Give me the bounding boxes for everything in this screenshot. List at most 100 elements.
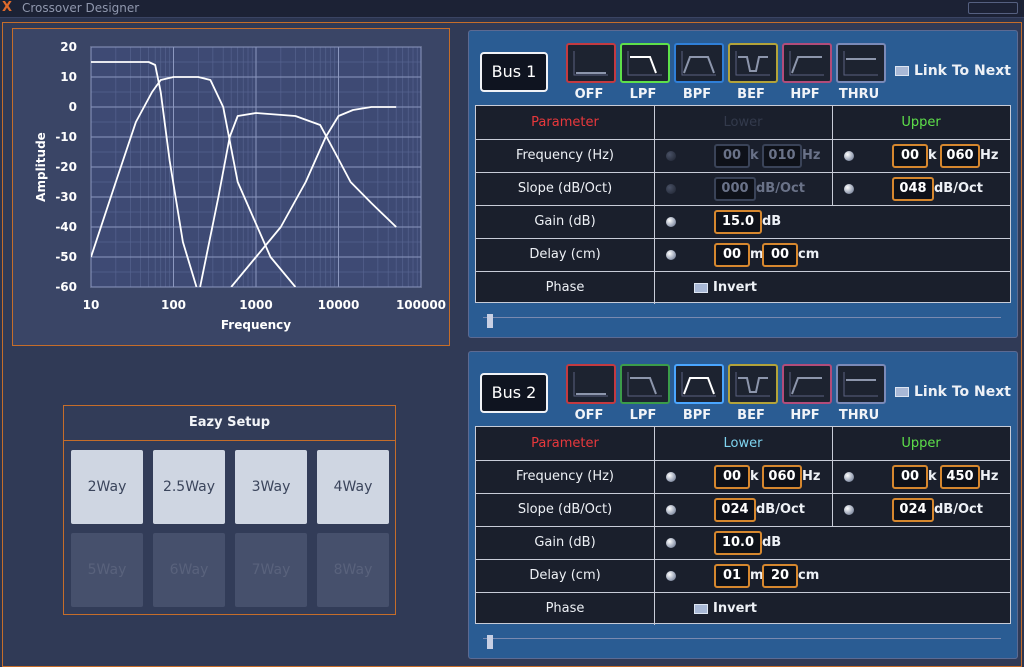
lower-freq-input[interactable]: 010 <box>762 144 802 168</box>
filter-bpf-icon <box>681 372 716 397</box>
table-row: Phase Invert <box>476 592 1010 625</box>
setup-4way-button[interactable]: 4Way <box>317 450 389 524</box>
bus-scrollbar[interactable] <box>483 314 1001 330</box>
bus-2-panel: Bus 2 OFF LPF BPF BEF HPF THRU Link To Next Para… <box>468 351 1018 659</box>
column-divider <box>654 238 655 271</box>
lower-slope-input[interactable]: 024 <box>714 498 756 522</box>
setup-2way-button[interactable]: 2Way <box>71 450 143 524</box>
upper-slope-radio[interactable] <box>844 505 854 515</box>
upper-freq-radio[interactable] <box>844 472 854 482</box>
bus-1-panel: Bus 1 OFF LPF BPF BEF HPF THRU Link To Next Para… <box>468 30 1018 338</box>
filter-hpf-icon <box>789 372 824 397</box>
x-tick-label: 100000 <box>396 298 446 312</box>
filter-lpf-button[interactable] <box>620 364 670 404</box>
lower-freq-k-input[interactable]: 00 <box>714 465 750 489</box>
upper-freq-k-input[interactable]: 00 <box>892 465 928 489</box>
upper-freq-input[interactable]: 060 <box>940 144 980 168</box>
header-parameter: Parameter <box>531 436 599 451</box>
upper-slope-radio[interactable] <box>844 184 854 194</box>
gain-input[interactable]: 15.0 <box>714 210 762 234</box>
app-logo: X <box>2 0 13 15</box>
link-to-next-checkbox[interactable]: Link To Next <box>895 63 1011 79</box>
delay-m-input[interactable]: 00 <box>714 243 750 267</box>
filter-thru-button[interactable] <box>836 364 886 404</box>
lower-freq-k-input[interactable]: 00 <box>714 144 750 168</box>
link-to-next-checkbox[interactable]: Link To Next <box>895 384 1011 400</box>
filter-hpf-button[interactable] <box>782 43 832 83</box>
invert-checkbox-box <box>694 282 708 293</box>
filter-thru-button[interactable] <box>836 43 886 83</box>
filter-thru-label: THRU <box>838 408 880 423</box>
filter-hpf-label: HPF <box>790 87 820 102</box>
gain-input[interactable]: 10.0 <box>714 531 762 555</box>
k-unit: k <box>750 469 759 484</box>
header-upper: Upper <box>901 115 941 130</box>
upper-freq-radio[interactable] <box>844 151 854 161</box>
hz-unit: Hz <box>980 148 999 163</box>
lower-slope-radio[interactable] <box>666 505 676 515</box>
upper-slope-input[interactable]: 048 <box>892 177 934 201</box>
lower-freq-radio[interactable] <box>666 472 676 482</box>
filter-hpf-button[interactable] <box>782 364 832 404</box>
column-divider <box>832 427 833 460</box>
filter-off-icon <box>573 372 608 397</box>
slope-unit: dB/Oct <box>934 502 983 517</box>
bus-scrollbar[interactable] <box>483 635 1001 651</box>
setup-8way-button: 8Way <box>317 533 389 607</box>
slope-unit: dB/Oct <box>934 181 983 196</box>
setup-6way-button: 6Way <box>153 533 225 607</box>
delay-cm-input[interactable]: 20 <box>762 564 798 588</box>
bus-label: Bus 1 <box>480 52 548 92</box>
scrollbar-thumb[interactable] <box>487 314 493 328</box>
invert-checkbox[interactable]: Invert <box>694 592 814 625</box>
lower-freq-radio[interactable] <box>666 151 676 161</box>
invert-label: Invert <box>713 601 758 616</box>
filter-lpf-icon <box>627 51 662 76</box>
delay-cm-input[interactable]: 00 <box>762 243 798 267</box>
row-label: Frequency (Hz) <box>515 148 615 163</box>
lower-freq-input[interactable]: 060 <box>762 465 802 489</box>
row-label: Gain (dB) <box>534 535 596 550</box>
delay-radio[interactable] <box>666 571 676 581</box>
table-row: Frequency (Hz) 00 k 010 Hz 00 k 060 Hz <box>476 139 1010 173</box>
lower-slope-radio[interactable] <box>666 184 676 194</box>
eazy-setup-panel: Eazy Setup 2Way 2.5Way 3Way 4Way 5Way 6W… <box>63 405 396 615</box>
table-row: Gain (dB) 15.0 dB <box>476 205 1010 239</box>
gain-radio[interactable] <box>666 538 676 548</box>
gain-radio[interactable] <box>666 217 676 227</box>
invert-checkbox[interactable]: Invert <box>694 271 814 304</box>
filter-bpf-button[interactable] <box>674 364 724 404</box>
upper-freq-input[interactable]: 450 <box>940 465 980 489</box>
filter-bef-button[interactable] <box>728 43 778 83</box>
column-divider <box>654 106 655 139</box>
column-divider <box>654 172 655 205</box>
setup-3way-button[interactable]: 3Way <box>235 450 307 524</box>
filter-bef-icon <box>735 51 770 76</box>
upper-freq-k-input[interactable]: 00 <box>892 144 928 168</box>
delay-m-input[interactable]: 01 <box>714 564 750 588</box>
filter-off-button[interactable] <box>566 364 616 404</box>
header-parameter: Parameter <box>531 115 599 130</box>
filter-bef-button[interactable] <box>728 364 778 404</box>
filter-lpf-label: LPF <box>629 87 657 102</box>
column-divider <box>654 139 655 172</box>
row-label: Frequency (Hz) <box>515 469 615 484</box>
filter-bpf-button[interactable] <box>674 43 724 83</box>
upper-slope-input[interactable]: 024 <box>892 498 934 522</box>
filter-bpf-icon <box>681 51 716 76</box>
column-divider <box>832 493 833 526</box>
y-tick-label: -40 <box>55 220 77 234</box>
row-label: Slope (dB/Oct) <box>517 502 613 517</box>
window-control-button[interactable] <box>968 2 1018 14</box>
setup-7way-button: 7Way <box>235 533 307 607</box>
link-checkbox-box <box>895 66 909 76</box>
delay-radio[interactable] <box>666 250 676 260</box>
slope-unit: dB/Oct <box>756 181 805 196</box>
y-tick-label: -30 <box>55 190 77 204</box>
setup-2-5way-button[interactable]: 2.5Way <box>153 450 225 524</box>
scrollbar-thumb[interactable] <box>487 635 493 649</box>
filter-lpf-button[interactable] <box>620 43 670 83</box>
lower-slope-input[interactable]: 000 <box>714 177 756 201</box>
bus-label: Bus 2 <box>480 373 548 413</box>
filter-off-button[interactable] <box>566 43 616 83</box>
